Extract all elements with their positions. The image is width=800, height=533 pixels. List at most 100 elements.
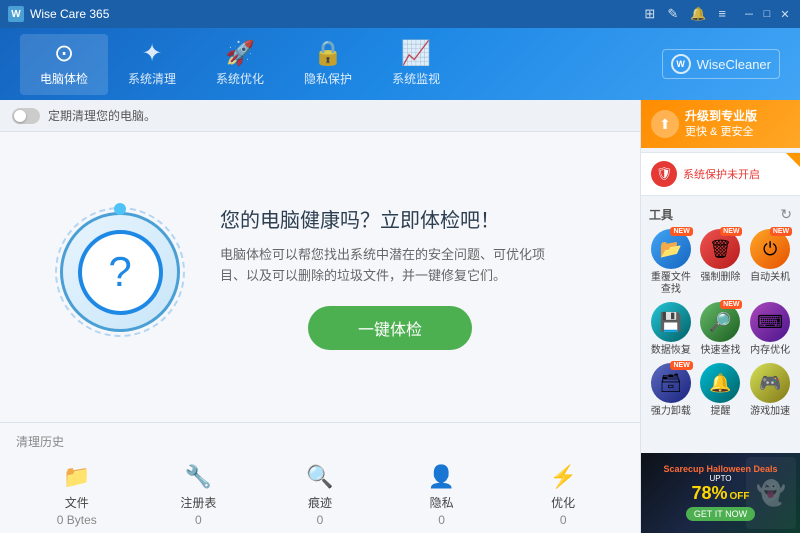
nav-item-checkup[interactable]: ⊙ 电脑体检	[20, 34, 108, 95]
file-icon: 📁	[63, 464, 90, 490]
main-layout: 定期清理您的电脑。 ? 您的电脑健康	[0, 100, 800, 533]
nav-label-clean: 系统清理	[128, 70, 176, 87]
tools-section: 工具 ↻ 📂 NEW 重覆文件查找 🗑 NEW 强制删除	[641, 200, 800, 453]
history-item-privacy[interactable]: 👤 隐私 0	[381, 458, 503, 533]
reminder-label: 提醒	[710, 406, 730, 418]
game-boost-label: 游戏加速	[750, 406, 790, 418]
file-value: 0 Bytes	[57, 513, 97, 527]
tool-data-recover[interactable]: 💾 数据恢复	[649, 302, 693, 357]
windows-icon[interactable]: ⊞	[644, 6, 655, 22]
tool-reminder[interactable]: 🔔 提醒	[699, 363, 743, 418]
edit-icon[interactable]: ✎	[667, 6, 678, 22]
trace-icon: 🔍	[306, 464, 333, 490]
titlebar: W Wise Care 365 ⊞ ✎ 🔔 ≡ － □ ✕	[0, 0, 800, 28]
ad-upto: UPTO	[663, 474, 777, 483]
upgrade-icon: ⬆	[651, 110, 679, 138]
file-label: 文件	[65, 494, 89, 511]
check-area: ? 您的电脑健康吗？立即体检吧！ 电脑体检可以帮您找出系统中潜在的安全问题、可优…	[0, 132, 640, 422]
optimize-hist-label: 优化	[551, 494, 575, 511]
nav-item-monitor[interactable]: 📈 系统监视	[372, 34, 460, 95]
optimize-hist-icon: ⚡	[549, 464, 576, 490]
titlebar-action-icons: ⊞ ✎ 🔔 ≡	[644, 6, 726, 22]
ad-percent: 78%	[691, 483, 727, 504]
new-badge: NEW	[670, 227, 692, 236]
auto-shutdown-label: 自动关机	[750, 272, 790, 284]
trace-label: 痕迹	[308, 494, 332, 511]
refresh-icon[interactable]: ↻	[780, 206, 792, 223]
file-recover-label: 重覆文件查找	[651, 272, 691, 296]
history-item-trace[interactable]: 🔍 痕迹 0	[259, 458, 381, 533]
content-right: 您的电脑健康吗？立即体检吧！ 电脑体检可以帮您找出系统中潜在的安全问题、可优化项…	[220, 204, 560, 351]
nav-item-privacy[interactable]: 🔒 隐私保护	[284, 34, 372, 95]
upgrade-line2: 更快 & 更安全	[685, 125, 757, 140]
force-delete-label: 强制删除	[700, 272, 740, 284]
close-button[interactable]: ✕	[778, 7, 792, 21]
registry-value: 0	[195, 513, 202, 527]
tool-quick-search[interactable]: 🔎 NEW 快速查找	[699, 302, 743, 357]
memory-opt-icon: ⌨	[750, 302, 790, 342]
history-item-registry[interactable]: 🔧 注册表 0	[138, 458, 260, 533]
data-recover-icon: 💾	[651, 302, 691, 342]
history-title: 清理历史	[16, 433, 624, 450]
force-uninstall-icon: 🗃 NEW	[651, 363, 691, 403]
monitor-icon: 📈	[401, 42, 431, 66]
left-content: 定期清理您的电脑。 ? 您的电脑健康	[0, 100, 640, 533]
history-item-optimize[interactable]: ⚡ 优化 0	[502, 458, 624, 533]
corner-badge	[786, 153, 800, 167]
upgrade-banner[interactable]: ⬆ 升级到专业版 更快 & 更安全	[641, 100, 800, 148]
nav-label-privacy: 隐私保护	[304, 70, 352, 87]
nav-item-optimize[interactable]: 🚀 系统优化	[196, 34, 284, 95]
main-description: 电脑体检可以帮您找出系统中潜在的安全问题、可优化项目、以及可以删除的垃圾文件，并…	[220, 245, 560, 287]
tools-grid: 📂 NEW 重覆文件查找 🗑 NEW 强制删除 ⏻ NEW	[649, 229, 792, 418]
maximize-button[interactable]: □	[760, 7, 774, 21]
reminder-icon: 🔔	[700, 363, 740, 403]
force-delete-icon: 🗑 NEW	[700, 229, 740, 269]
memory-opt-label: 内存优化	[750, 345, 790, 357]
menu-icon[interactable]: ≡	[718, 6, 726, 22]
history-item-file[interactable]: 📁 文件 0 Bytes	[16, 458, 138, 533]
nav-item-clean[interactable]: ✦ 系统清理	[108, 34, 196, 95]
ad-eyebrow: Scarecup Halloween Deals	[663, 464, 777, 474]
checkup-icon: ⊙	[54, 42, 74, 66]
tool-memory-opt[interactable]: ⌨ 内存优化	[748, 302, 792, 357]
tool-auto-shutdown[interactable]: ⏻ NEW 自动关机	[748, 229, 792, 296]
registry-icon: 🔧	[185, 464, 212, 490]
orbit-dot	[114, 203, 126, 215]
circle-outer: ?	[60, 212, 180, 332]
system-protection-bar[interactable]: 🛡 系统保护未开启	[641, 152, 800, 196]
nav-label-optimize: 系统优化	[216, 70, 264, 87]
quick-search-icon: 🔎 NEW	[700, 302, 740, 342]
tool-force-delete[interactable]: 🗑 NEW 强制删除	[699, 229, 743, 296]
upgrade-line1: 升级到专业版	[685, 108, 757, 125]
orbit-ring	[55, 207, 185, 337]
one-click-check-button[interactable]: 一键体检	[308, 306, 472, 350]
privacy-hist-icon: 👤	[428, 464, 455, 490]
clean-icon: ✦	[142, 42, 162, 66]
minimize-button[interactable]: －	[742, 7, 756, 21]
schedule-toggle[interactable]	[12, 108, 40, 124]
protect-text: 系统保护未开启	[683, 166, 790, 182]
new-badge: NEW	[720, 300, 742, 309]
ad-cta-button[interactable]: GET IT NOW	[686, 507, 755, 521]
new-badge: NEW	[720, 227, 742, 236]
window-controls: － □ ✕	[742, 7, 792, 21]
force-uninstall-label: 强力卸载	[651, 406, 691, 418]
logo-circle: W	[671, 54, 691, 74]
main-title: 您的电脑健康吗？立即体检吧！	[220, 204, 500, 233]
quick-search-label: 快速查找	[700, 345, 740, 357]
tool-file-recover[interactable]: 📂 NEW 重覆文件查找	[649, 229, 693, 296]
trace-value: 0	[317, 513, 324, 527]
app-title: Wise Care 365	[30, 7, 644, 21]
tool-force-uninstall[interactable]: 🗃 NEW 强力卸载	[649, 363, 693, 418]
registry-label: 注册表	[180, 494, 216, 511]
tools-title: 工具	[649, 206, 673, 223]
tool-game-boost[interactable]: 🎮 游戏加速	[748, 363, 792, 418]
schedule-bar: 定期清理您的电脑。	[0, 100, 640, 132]
ad-banner[interactable]: Scarecup Halloween Deals UPTO 78% OFF GE…	[641, 453, 800, 533]
check-content-row: ? 您的电脑健康吗？立即体检吧！ 电脑体检可以帮您找出系统中潜在的安全问题、可优…	[20, 204, 620, 351]
game-boost-icon: 🎮	[750, 363, 790, 403]
ad-off: OFF	[730, 491, 750, 502]
bell-icon[interactable]: 🔔	[690, 6, 706, 22]
privacy-hist-label: 隐私	[430, 494, 454, 511]
optimize-hist-value: 0	[560, 513, 567, 527]
